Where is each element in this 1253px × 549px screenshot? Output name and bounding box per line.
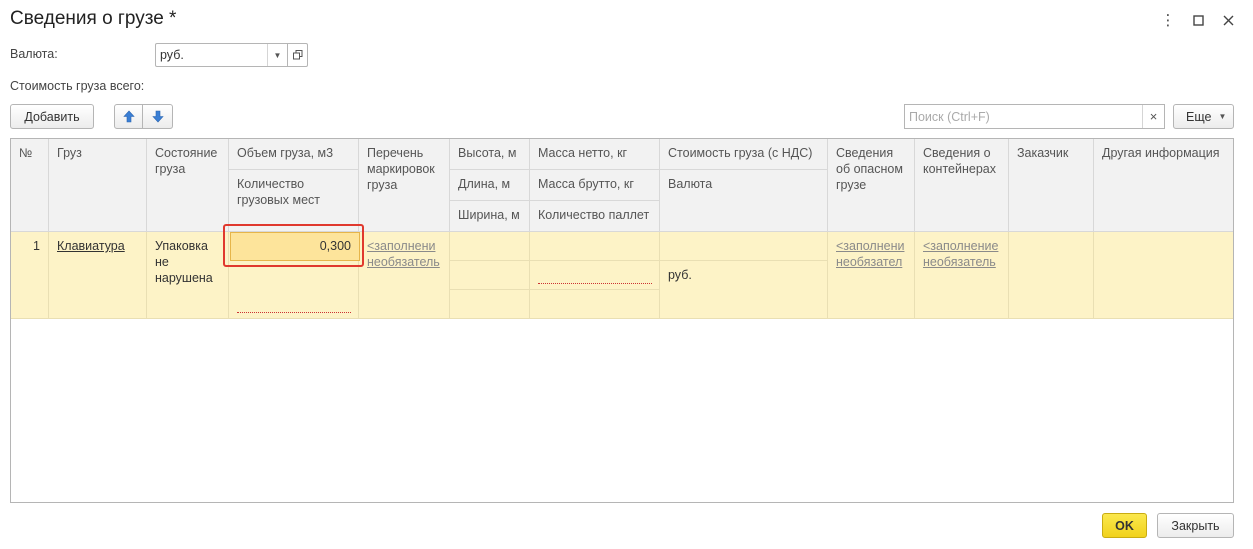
cell-gross-mass[interactable] bbox=[530, 261, 660, 290]
cargo-table[interactable]: № Груз Состояние груза Объем груза, м3 К… bbox=[10, 138, 1234, 503]
header-currency[interactable]: Валюта bbox=[660, 170, 828, 232]
header-width[interactable]: Ширина, м bbox=[450, 201, 530, 232]
header-cargo[interactable]: Груз bbox=[49, 139, 147, 232]
arrow-down-icon bbox=[151, 110, 164, 123]
header-state[interactable]: Состояние груза bbox=[147, 139, 229, 232]
add-button[interactable]: Добавить bbox=[10, 104, 94, 129]
window-controls: ⋮ bbox=[1153, 10, 1243, 30]
more-button-label: Еще bbox=[1186, 109, 1212, 124]
header-cost[interactable]: Стоимость груза (с НДС) bbox=[660, 139, 828, 170]
cell-dangerous[interactable]: <заполнени необязател bbox=[828, 232, 915, 319]
header-markings[interactable]: Перечень маркировок груза bbox=[359, 139, 450, 232]
cell-containers[interactable]: <заполнение необязатель bbox=[915, 232, 1009, 319]
cell-length[interactable] bbox=[450, 261, 530, 290]
search-box[interactable]: × bbox=[904, 104, 1165, 129]
more-button[interactable]: Еще ▼ bbox=[1173, 104, 1234, 129]
clear-icon[interactable]: × bbox=[1142, 105, 1164, 128]
cell-customer[interactable] bbox=[1009, 232, 1094, 319]
header-length[interactable]: Длина, м bbox=[450, 170, 530, 201]
cell-num[interactable]: 1 bbox=[11, 232, 49, 319]
currency-label: Валюта: bbox=[10, 47, 58, 61]
cell-other[interactable] bbox=[1094, 232, 1233, 319]
header-net-mass[interactable]: Масса нетто, кг bbox=[530, 139, 660, 170]
more-vertical-icon[interactable]: ⋮ bbox=[1153, 10, 1183, 30]
header-customer[interactable]: Заказчик bbox=[1009, 139, 1094, 232]
move-down-button[interactable] bbox=[143, 104, 173, 129]
header-dangerous[interactable]: Сведения об опасном грузе bbox=[828, 139, 915, 232]
header-volume[interactable]: Объем груза, м3 bbox=[229, 139, 359, 170]
focus-highlight bbox=[223, 224, 364, 267]
ok-button[interactable]: OK bbox=[1102, 513, 1147, 538]
cell-markings[interactable]: <заполнени необязатель bbox=[359, 232, 450, 319]
gross-mass-required-mark bbox=[538, 283, 652, 284]
currency-value[interactable]: руб. bbox=[156, 44, 267, 66]
markings-hint[interactable]: <заполнени необязатель bbox=[367, 239, 440, 269]
places-required-mark bbox=[237, 312, 351, 313]
cell-cargo[interactable]: Клавиатура bbox=[49, 232, 147, 319]
search-input[interactable] bbox=[905, 105, 1142, 128]
cargo-link[interactable]: Клавиатура bbox=[57, 239, 125, 253]
chevron-down-icon: ▼ bbox=[1218, 112, 1227, 121]
header-height[interactable]: Высота, м bbox=[450, 139, 530, 170]
chevron-down-icon[interactable]: ▼ bbox=[267, 44, 287, 66]
cell-pallets[interactable] bbox=[530, 290, 660, 319]
dangerous-hint[interactable]: <заполнени необязател bbox=[836, 239, 904, 269]
header-gross-mass[interactable]: Масса брутто, кг bbox=[530, 170, 660, 201]
open-form-icon[interactable] bbox=[287, 44, 307, 66]
close-icon[interactable] bbox=[1213, 10, 1243, 30]
close-button[interactable]: Закрыть bbox=[1157, 513, 1234, 538]
cell-cost[interactable] bbox=[660, 232, 828, 261]
header-pallets[interactable]: Количество паллет bbox=[530, 201, 660, 232]
total-cost-label: Стоимость груза всего: bbox=[10, 79, 145, 93]
header-num[interactable]: № bbox=[11, 139, 49, 232]
currency-field[interactable]: руб. ▼ bbox=[155, 43, 308, 67]
cell-height[interactable] bbox=[450, 232, 530, 261]
arrow-up-icon bbox=[122, 110, 135, 123]
cell-width[interactable] bbox=[450, 290, 530, 319]
header-places[interactable]: Количество грузовых мест bbox=[229, 170, 359, 232]
window-title: Сведения о грузе * bbox=[10, 8, 177, 29]
cell-currency[interactable]: руб. bbox=[660, 261, 828, 319]
containers-hint[interactable]: <заполнение необязатель bbox=[923, 239, 998, 269]
cell-net-mass[interactable] bbox=[530, 232, 660, 261]
cell-state[interactable]: Упаковка не нарушена bbox=[147, 232, 229, 319]
header-containers[interactable]: Сведения о контейнерах bbox=[915, 139, 1009, 232]
move-up-button[interactable] bbox=[114, 104, 143, 129]
maximize-icon[interactable] bbox=[1183, 10, 1213, 30]
header-other[interactable]: Другая информация bbox=[1094, 139, 1233, 232]
